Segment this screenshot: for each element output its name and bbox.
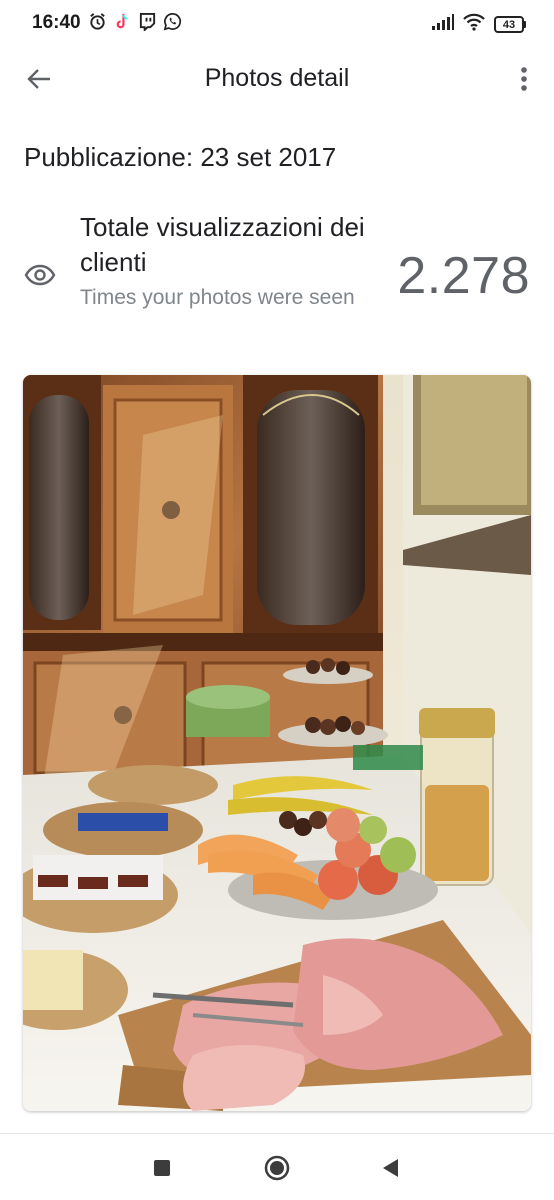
app-bar: Photos detail	[0, 48, 554, 110]
breakfast-buffet-photo[interactable]	[23, 375, 531, 1111]
status-time: 16:40	[32, 12, 81, 33]
system-icons: 43	[432, 13, 526, 36]
notification-icons	[88, 12, 182, 33]
home-button[interactable]	[262, 1154, 292, 1182]
nav-back-button[interactable]	[375, 1154, 405, 1182]
battery-icon: 43	[494, 16, 526, 33]
more-options-button[interactable]	[510, 62, 538, 96]
signal-icon	[432, 14, 454, 35]
eye-icon	[24, 264, 56, 286]
home-icon	[264, 1155, 290, 1181]
twitch-icon	[138, 12, 157, 33]
wifi-icon	[462, 13, 486, 36]
stat-title: Totale visualizzazioni dei clienti	[80, 212, 365, 277]
page-title: Photos detail	[204, 64, 350, 92]
recent-apps-button[interactable]	[147, 1154, 177, 1182]
whatsapp-icon	[163, 12, 182, 31]
stat-subtitle: Times your photos were seen	[80, 286, 355, 309]
alarm-icon	[88, 12, 107, 31]
stat-value: 2.278	[397, 247, 530, 305]
views-stat: Totale visualizzazioni dei clienti Times…	[0, 210, 554, 345]
status-bar: 16:40 43	[0, 0, 554, 48]
tiktok-icon	[113, 12, 132, 31]
photo-image	[23, 375, 531, 1111]
publication-date: Pubblicazione: 23 set 2017	[24, 142, 337, 172]
recent-apps-icon	[154, 1160, 170, 1176]
more-vert-icon	[521, 67, 527, 91]
battery-level: 43	[494, 16, 524, 33]
back-triangle-icon	[383, 1159, 398, 1177]
system-nav-bar	[0, 1133, 554, 1200]
